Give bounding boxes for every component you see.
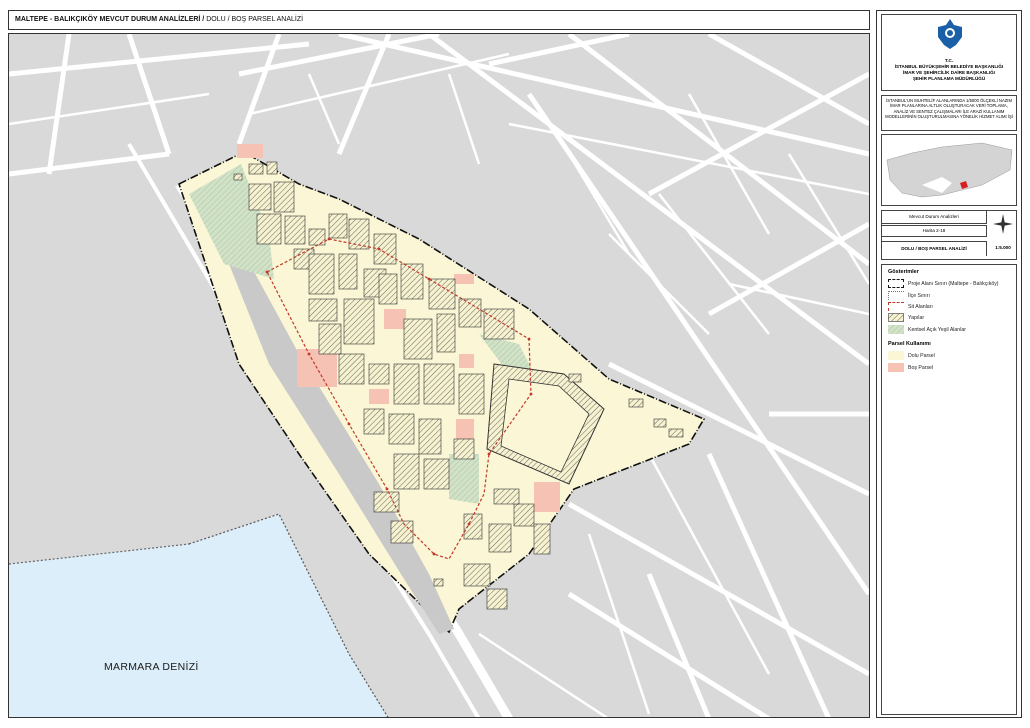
- legend-section: Gösterimler Proje Alanı Sınırı (Maltepe …: [881, 264, 1017, 715]
- sea-label: MARMARA DENİZİ: [104, 661, 199, 673]
- full-parcel-swatch: [888, 351, 904, 360]
- buildings-swatch: [888, 313, 904, 322]
- project-boundary-swatch: [888, 279, 904, 288]
- legend-project-boundary: Proje Alanı Sınırı (Maltepe - Balıkçıköy…: [888, 279, 999, 288]
- title-block: T.C. İSTANBUL BÜYÜKŞEHİR BELEDİYE BAŞKAN…: [876, 10, 1022, 718]
- north-arrow-icon: [993, 214, 1013, 234]
- map-number: Harita 2-18: [922, 228, 946, 233]
- map-frame[interactable]: MARMARA DENİZİ: [8, 33, 870, 718]
- map-subject: DOLU / BOŞ PARSEL ANALİZİ: [901, 246, 967, 251]
- parcel-usage-title: Parsel Kullanımı: [888, 341, 931, 347]
- empty-parcel-swatch: [888, 363, 904, 372]
- legend-full-parcel: Dolu Parsel: [888, 351, 935, 360]
- location-minimap: [881, 134, 1017, 206]
- map-title-bar: MALTEPE - BALIKÇIKÖY MEVCUT DURUM ANALİZ…: [8, 10, 870, 30]
- header-section: T.C. İSTANBUL BÜYÜKŞEHİR BELEDİYE BAŞKAN…: [881, 14, 1017, 91]
- map-scale: 1:5.000: [995, 245, 1011, 250]
- info-section: Mevcut Durum Analizleri Harita 2-18 DOLU…: [881, 210, 1017, 260]
- site-area-swatch: [888, 302, 904, 311]
- legend-green-areas: Kentsel Açık Yeşil Alanlar: [888, 325, 966, 334]
- legend-district-boundary: İlçe Sınırı: [888, 291, 930, 300]
- analysis-label: Mevcut Durum Analizleri: [909, 214, 959, 219]
- legend-title: Gösterimler: [888, 269, 919, 275]
- green-area-swatch: [888, 325, 904, 334]
- legend-site-area: Sit Alanları: [888, 302, 933, 311]
- project-description: İSTANBUL'UN MUHTELİF ALANLARINDA 1/5000 …: [885, 98, 1013, 119]
- district-boundary-swatch: [888, 291, 904, 300]
- project-description-section: İSTANBUL'UN MUHTELİF ALANLARINDA 1/5000 …: [881, 95, 1017, 131]
- legend-empty-parcel: Boş Parsel: [888, 363, 933, 372]
- map-canvas[interactable]: [9, 34, 870, 718]
- title-main: MALTEPE - BALIKÇIKÖY MEVCUT DURUM ANALİZ…: [15, 16, 205, 23]
- ibb-logo-icon: [938, 19, 962, 49]
- title-sub: DOLU / BOŞ PARSEL ANALİZİ: [206, 16, 304, 23]
- istanbul-minimap: [886, 142, 1013, 198]
- legend-buildings: Yapılar: [888, 313, 924, 322]
- org-line-3: ŞEHİR PLANLAMA MÜDÜRLÜĞÜ: [912, 76, 986, 81]
